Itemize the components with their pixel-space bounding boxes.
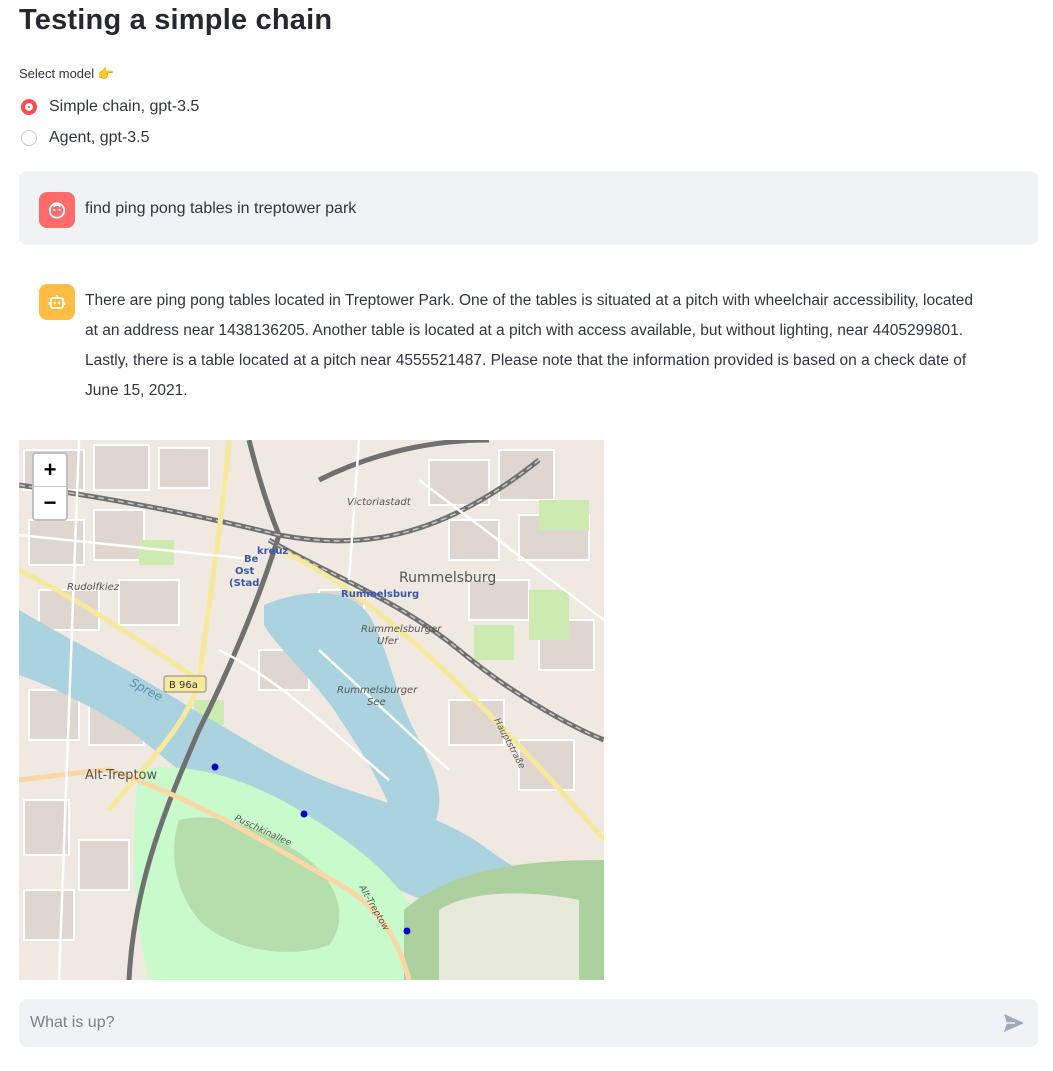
map-label-kreuz: kreuz	[257, 546, 288, 557]
zoom-out-button[interactable]: −	[34, 487, 66, 519]
map-label-rudolfkiez: Rudolfkiez	[67, 582, 120, 593]
radio-option-label: Agent, gpt-3.5	[49, 129, 150, 146]
map-label-rummelsburger-ufer-2: Ufer	[377, 636, 399, 647]
ping-pong-marker-3	[403, 927, 411, 935]
map-label-victoriastadt: Victoriastadt	[347, 497, 412, 508]
map-label-b96a-text: B 96a	[169, 680, 198, 691]
robot-icon	[39, 284, 75, 320]
select-model-label: Select model 👉	[19, 66, 114, 81]
zoom-in-button[interactable]: +	[34, 454, 66, 487]
radio-checked-icon[interactable]	[21, 99, 37, 115]
chat-input-container	[19, 999, 1038, 1047]
radio-option-simple-chain[interactable]: Simple chain, gpt-3.5	[21, 98, 199, 116]
map-label-ostkreuz-3: (Stad	[229, 578, 259, 589]
ping-pong-marker-1	[211, 763, 219, 771]
chat-input[interactable]	[19, 999, 979, 1047]
map-label-rummelsburger-ufer: Rummelsburger	[361, 624, 442, 635]
chat-message-assistant: There are ping pong tables located in Tr…	[19, 270, 1038, 420]
map-label-ostkreuz-2: Ost	[235, 566, 254, 577]
map-tiles[interactable]: Victoriastadt Rudolfkiez Rummelsburger U…	[19, 440, 604, 980]
radio-option-agent[interactable]: Agent, gpt-3.5	[21, 129, 150, 147]
radio-option-label: Simple chain, gpt-3.5	[49, 98, 200, 115]
map-label-ostkreuz-1: Be	[244, 554, 259, 565]
map-label-rummelsburger-see: Rummelsburger	[337, 685, 418, 696]
chat-message-text: find ping pong tables in treptower park	[85, 200, 357, 217]
map-label-alt-treptow: Alt-Treptow	[85, 768, 157, 783]
ping-pong-marker-2	[300, 810, 308, 818]
map-zoom-control: + −	[32, 452, 68, 521]
chat-message-text: There are ping pong tables located in Tr…	[85, 292, 974, 399]
map-label-rummelsburg-station: Rummelsburg	[341, 589, 419, 600]
send-icon[interactable]	[1002, 1012, 1026, 1034]
user-face-icon	[39, 192, 75, 228]
chat-message-user: find ping pong tables in treptower park	[19, 171, 1038, 245]
page-title: Testing a simple chain	[19, 4, 333, 36]
map-label-rummelsburg: Rummelsburg	[399, 570, 496, 586]
radio-unchecked-icon[interactable]	[21, 130, 37, 146]
map-label-b96a: B 96a	[163, 675, 207, 693]
map-label-rummelsburger-see-2: See	[367, 697, 386, 708]
map-view[interactable]: Victoriastadt Rudolfkiez Rummelsburger U…	[19, 440, 604, 980]
